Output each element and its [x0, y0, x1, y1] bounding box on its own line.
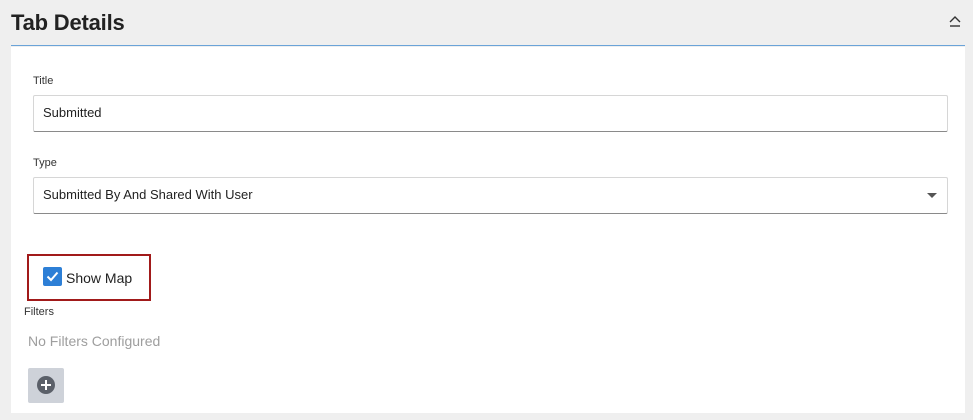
section-header: Tab Details — [0, 0, 973, 46]
title-label: Title — [33, 75, 54, 87]
caret-down-icon — [927, 193, 937, 198]
tab-details-panel: Title Submitted Type Submitted By And Sh… — [11, 47, 965, 413]
filters-empty-text: No Filters Configured — [28, 333, 161, 349]
title-input[interactable]: Submitted — [33, 95, 948, 132]
type-select-value: Submitted By And Shared With User — [43, 187, 253, 202]
section-title: Tab Details — [11, 10, 125, 35]
type-select[interactable]: Submitted By And Shared With User — [33, 177, 948, 214]
show-map-checkbox[interactable] — [43, 267, 62, 286]
show-map-label[interactable]: Show Map — [66, 270, 132, 286]
chevron-up-icon — [949, 16, 961, 27]
add-filter-button[interactable] — [28, 368, 64, 403]
plus-circle-icon — [37, 376, 55, 394]
filters-label: Filters — [24, 306, 54, 318]
title-input-value: Submitted — [43, 105, 102, 120]
collapse-button[interactable] — [947, 13, 963, 31]
header-divider — [11, 45, 965, 46]
type-label: Type — [33, 157, 57, 169]
checkmark-icon — [46, 271, 59, 282]
